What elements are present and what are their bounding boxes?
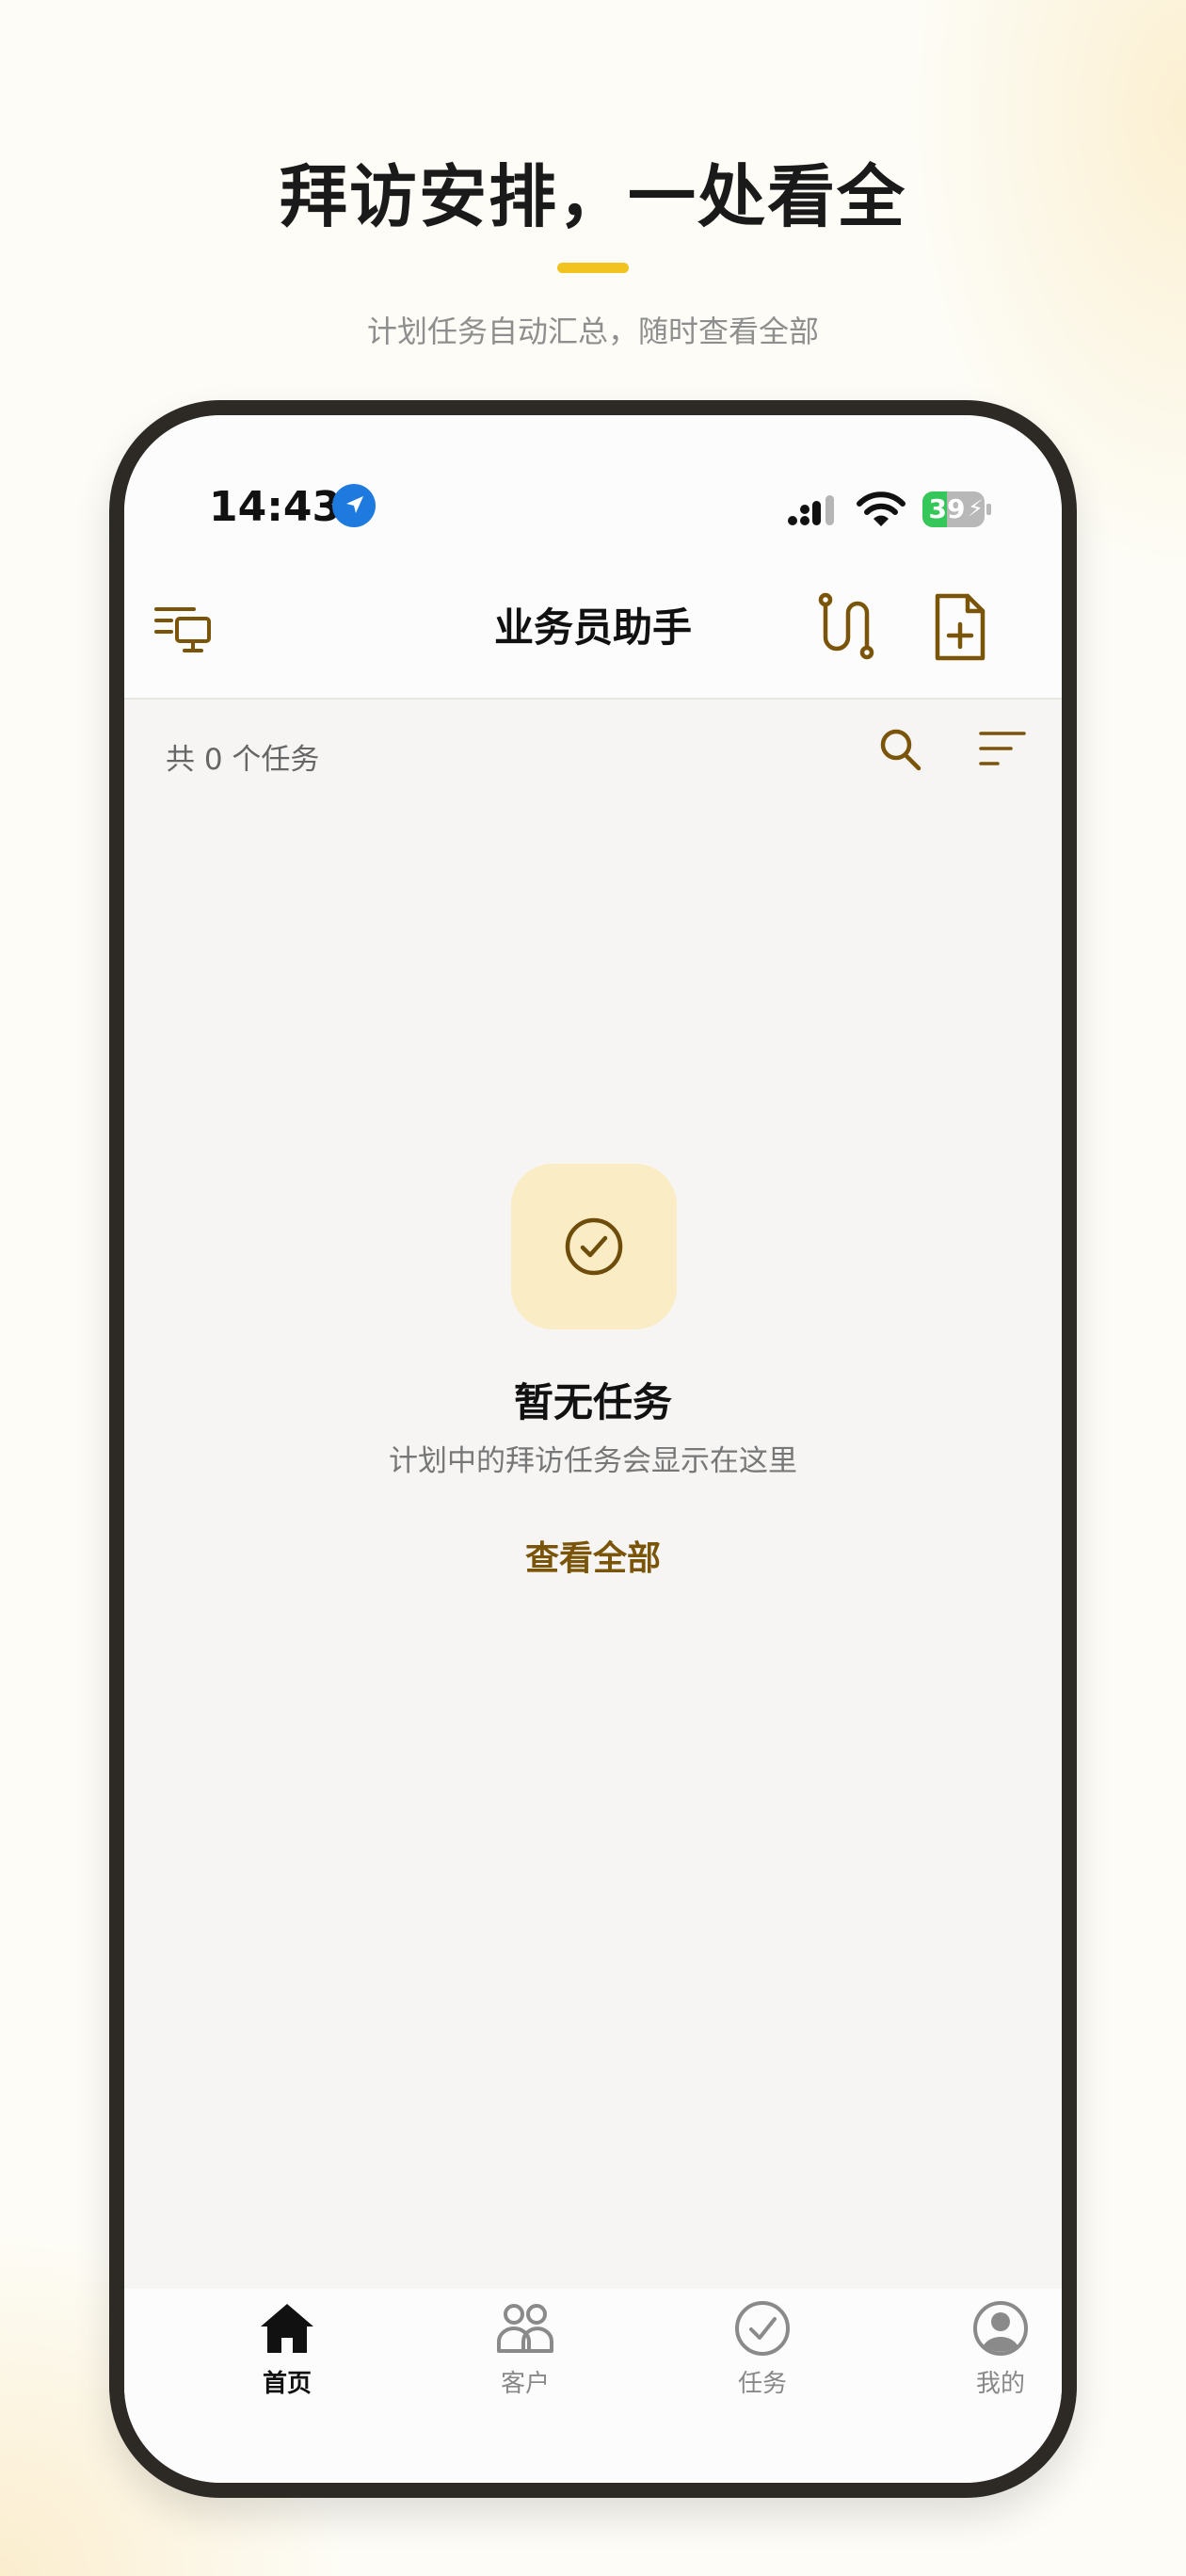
app-screen: 14:43 39 ⚡ 业务员助手 共 0 个任务 暂无任务 计划中的拜访任务会显… <box>124 415 1062 2483</box>
tab-label: 客户 <box>500 2370 550 2398</box>
signal-icon <box>788 495 834 525</box>
new-document-icon[interactable] <box>934 592 986 662</box>
customers-icon <box>497 2304 553 2353</box>
task-toolbar: 共 0 个任务 <box>124 698 1062 811</box>
location-arrow-icon <box>332 484 376 527</box>
home-icon <box>261 2304 313 2353</box>
phone-frame: 14:43 39 ⚡ 业务员助手 共 0 个任务 暂无任务 计划中的拜访任务会显… <box>109 400 1077 2498</box>
battery-charging-icon: 39 ⚡ <box>922 491 992 527</box>
tab-tasks[interactable]: 任务 <box>692 2298 833 2399</box>
route-icon[interactable] <box>816 592 876 662</box>
task-count: 共 0 个任务 <box>166 743 320 777</box>
status-time: 14:43 <box>209 483 342 531</box>
profile-icon <box>973 2301 1028 2356</box>
tab-bar: 首页 客户 任务 我的 <box>124 2289 1062 2483</box>
empty-state-title: 暂无任务 <box>513 1379 672 1425</box>
nav-bar: 业务员助手 <box>124 556 1062 700</box>
view-all-link[interactable]: 查看全部 <box>124 1531 1062 1580</box>
battery-tip <box>986 504 991 515</box>
tab-label: 任务 <box>737 2370 787 2398</box>
search-icon[interactable] <box>877 726 924 773</box>
charging-bolt-icon: ⚡ <box>968 495 984 522</box>
tab-customers[interactable]: 客户 <box>455 2298 596 2399</box>
tab-label: 我的 <box>975 2370 1025 2398</box>
tab-home[interactable]: 首页 <box>216 2298 358 2399</box>
promo-accent-bar <box>557 263 629 273</box>
app-title: 业务员助手 <box>493 604 692 651</box>
status-bar: 14:43 39 ⚡ <box>124 415 1062 556</box>
sort-filter-icon[interactable] <box>979 730 1028 769</box>
wifi-icon <box>857 491 906 526</box>
task-check-icon <box>735 2301 790 2356</box>
promo-headline: 拜访安排，一处看全 <box>279 157 906 236</box>
check-circle-icon <box>565 1217 623 1276</box>
tab-label: 首页 <box>262 2370 312 2398</box>
promo-subtitle: 计划任务自动汇总，随时查看全部 <box>366 314 819 349</box>
empty-state-badge <box>511 1164 677 1329</box>
battery-body: 39 ⚡ <box>922 491 985 527</box>
battery-percent: 39 <box>928 493 966 524</box>
tab-profile[interactable]: 我的 <box>930 2298 1062 2399</box>
empty-state-description: 计划中的拜访任务会显示在这里 <box>389 1444 797 1478</box>
